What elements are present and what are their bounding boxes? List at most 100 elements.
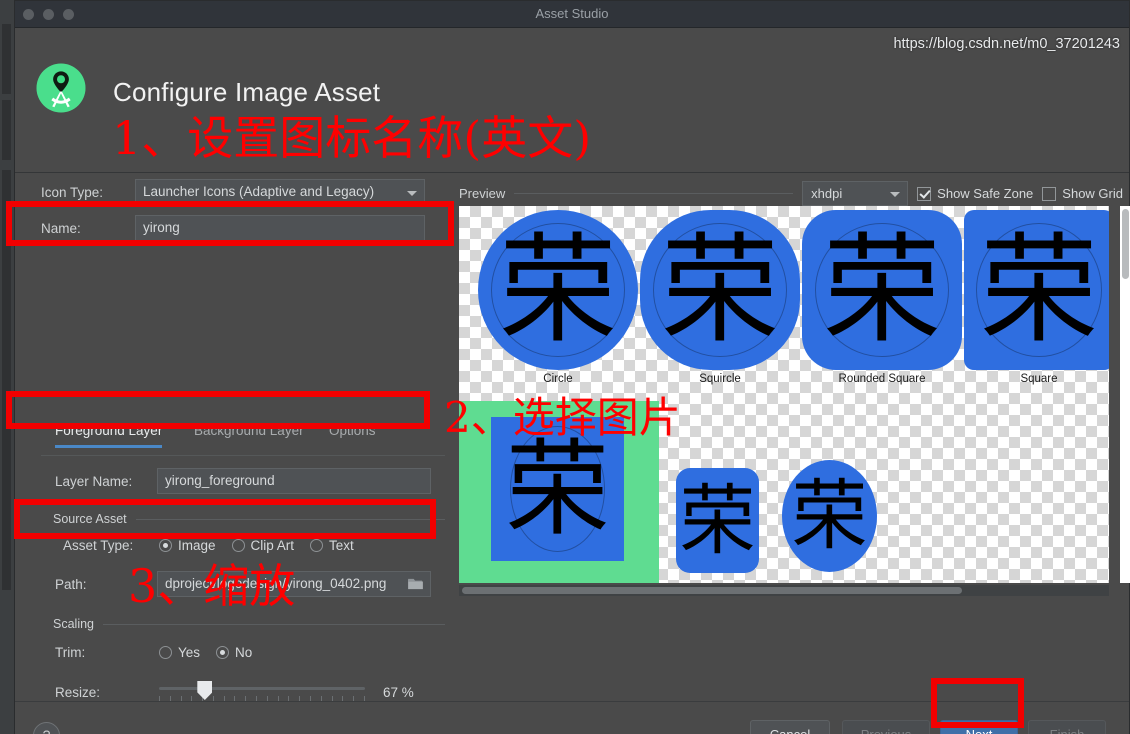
tab-options-label: Options (329, 423, 376, 438)
tab-background-layer[interactable]: Background Layer (194, 423, 304, 447)
icon-preview-rounded-square: 荣 (802, 210, 962, 370)
previous-button: Previous (842, 720, 930, 734)
left-form-column: Icon Type: Launcher Icons (Adaptive and … (15, 173, 445, 701)
density-value: xhdpi (811, 186, 843, 201)
asset-type-clipart-radio[interactable]: Clip Art (231, 538, 295, 553)
chevron-down-icon (890, 192, 901, 197)
source-asset-section: Source Asset (53, 512, 445, 526)
tab-foreground-layer[interactable]: Foreground Layer (55, 423, 163, 448)
preview-divider (514, 193, 794, 194)
finish-button: Finish (1028, 720, 1106, 734)
chevron-down-icon (407, 191, 417, 196)
name-label: Name: (41, 220, 81, 236)
icon-glyph: 荣 (791, 471, 868, 560)
icon-glyph: 荣 (679, 475, 756, 565)
preview-caption-squircle: Squircle (699, 373, 741, 385)
preview-item-square[interactable]: 荣 Square (963, 210, 1109, 385)
checkbox-icon (917, 186, 932, 201)
show-grid-label: Show Grid (1062, 186, 1123, 201)
checkbox-icon (1042, 186, 1057, 201)
density-select[interactable]: xhdpi (802, 181, 909, 206)
radio-dot-icon (310, 539, 324, 552)
trim-row: Trim: Yes No (55, 645, 268, 660)
preview-item-circle[interactable]: 荣 Circle (477, 210, 639, 385)
watermark-url: https://blog.csdn.net/m0_37201243 (893, 36, 1120, 52)
name-row: Name: yirong (41, 215, 425, 241)
scaling-label: Scaling (53, 617, 94, 631)
show-safe-zone-label: Show Safe Zone (937, 186, 1034, 201)
icon-preview-squircle: 荣 (640, 210, 800, 370)
tab-foreground-layer-label: Foreground Layer (55, 423, 163, 438)
icon-preview-circle: 荣 (478, 210, 638, 370)
name-input[interactable]: yirong (135, 215, 425, 241)
icon-type-select[interactable]: Launcher Icons (Adaptive and Legacy) (135, 179, 425, 205)
icon-type-row: Icon Type: Launcher Icons (Adaptive and … (41, 179, 425, 205)
layer-tabs: Foreground Layer Background Layer Option… (41, 423, 445, 456)
preview-horizontal-scrollbar[interactable] (459, 585, 1109, 596)
trim-no-radio[interactable]: No (216, 645, 252, 660)
icon-preview-square: 荣 (964, 210, 1109, 370)
safe-zone-card[interactable]: 荣 (459, 401, 659, 583)
trim-yes-radio[interactable]: Yes (159, 645, 200, 660)
section-divider (135, 518, 445, 520)
asset-type-text-radio[interactable]: Text (310, 538, 354, 553)
icon-glyph: 荣 (822, 221, 941, 359)
radio-dot-icon (159, 646, 172, 659)
window-title: Asset Studio (535, 6, 609, 21)
scrollbar-thumb[interactable] (1122, 209, 1129, 279)
scrollbar-thumb[interactable] (462, 587, 962, 594)
path-value: dproject/logodesign/yirong_0402.png (165, 576, 387, 591)
resize-label: Resize: (55, 684, 101, 700)
show-grid-checkbox[interactable]: Show Grid (1042, 186, 1123, 201)
preview-canvas[interactable]: 荣 Circle 荣 Squircle 荣 Rounded Square 荣 S… (459, 206, 1109, 583)
asset-type-text-label: Text (329, 538, 354, 553)
asset-type-label: Asset Type: (63, 538, 134, 553)
show-safe-zone-checkbox[interactable]: Show Safe Zone (917, 186, 1033, 201)
preview-vertical-scrollbar[interactable] (1120, 206, 1130, 583)
next-button[interactable]: Next (940, 720, 1018, 734)
layer-name-label: Layer Name: (55, 473, 133, 489)
path-row: Path: dproject/logodesign/yirong_0402.pn… (55, 571, 431, 597)
preview-item-rounded-square[interactable]: 荣 Rounded Square (801, 210, 963, 385)
icon-glyph: 荣 (505, 428, 610, 550)
page-title: Configure Image Asset (113, 77, 381, 107)
preview-header: Preview xhdpi Show Safe Zone Show Grid (459, 181, 1123, 206)
resize-value: 67 % (383, 684, 414, 700)
asset-studio-window: Asset Studio Configure Image Asset Icon … (0, 0, 1130, 734)
resize-slider[interactable] (159, 681, 365, 703)
icon-preview-small-rounded[interactable]: 荣 (676, 468, 759, 573)
preview-item-squircle[interactable]: 荣 Squircle (639, 210, 801, 385)
dialog-body: Icon Type: Launcher Icons (Adaptive and … (15, 173, 1130, 701)
asset-type-image-radio[interactable]: Image (159, 538, 216, 553)
source-asset-label: Source Asset (53, 512, 127, 526)
tab-active-underline (55, 445, 163, 448)
preview-caption-rounded-square: Rounded Square (838, 373, 926, 385)
path-input[interactable]: dproject/logodesign/yirong_0402.png (157, 571, 431, 597)
layer-name-input[interactable]: yirong_foreground (157, 468, 431, 494)
scaling-section: Scaling (53, 617, 445, 631)
android-studio-logo-icon (36, 63, 86, 113)
asset-studio-dialog: Asset Studio Configure Image Asset Icon … (14, 0, 1130, 734)
asset-type-row: Asset Type: Image Clip Art Text (63, 538, 370, 553)
slider-track[interactable] (159, 687, 365, 690)
radio-dot-icon (159, 539, 172, 552)
folder-icon[interactable] (408, 578, 423, 590)
asset-type-clipart-label: Clip Art (250, 538, 295, 553)
preview-caption-square: Square (1020, 373, 1058, 385)
help-button[interactable]: ? (33, 722, 60, 734)
icon-glyph: 荣 (660, 221, 779, 359)
trim-no-label: No (235, 645, 253, 660)
background-window-sliver (0, 0, 14, 734)
asset-type-image-label: Image (178, 538, 216, 553)
tab-background-layer-label: Background Layer (194, 423, 304, 438)
tab-options[interactable]: Options (329, 423, 376, 447)
icon-glyph: 荣 (979, 221, 1098, 359)
trim-yes-label: Yes (178, 645, 201, 660)
radio-dot-icon (216, 646, 230, 659)
icon-preview-small-circle[interactable]: 荣 (782, 460, 877, 572)
title-bar: Asset Studio (15, 1, 1129, 28)
icon-type-label: Icon Type: (41, 184, 104, 200)
resize-row: Resize: 67 % (55, 681, 414, 703)
preview-label: Preview (459, 186, 506, 201)
cancel-button[interactable]: Cancel (750, 720, 830, 734)
